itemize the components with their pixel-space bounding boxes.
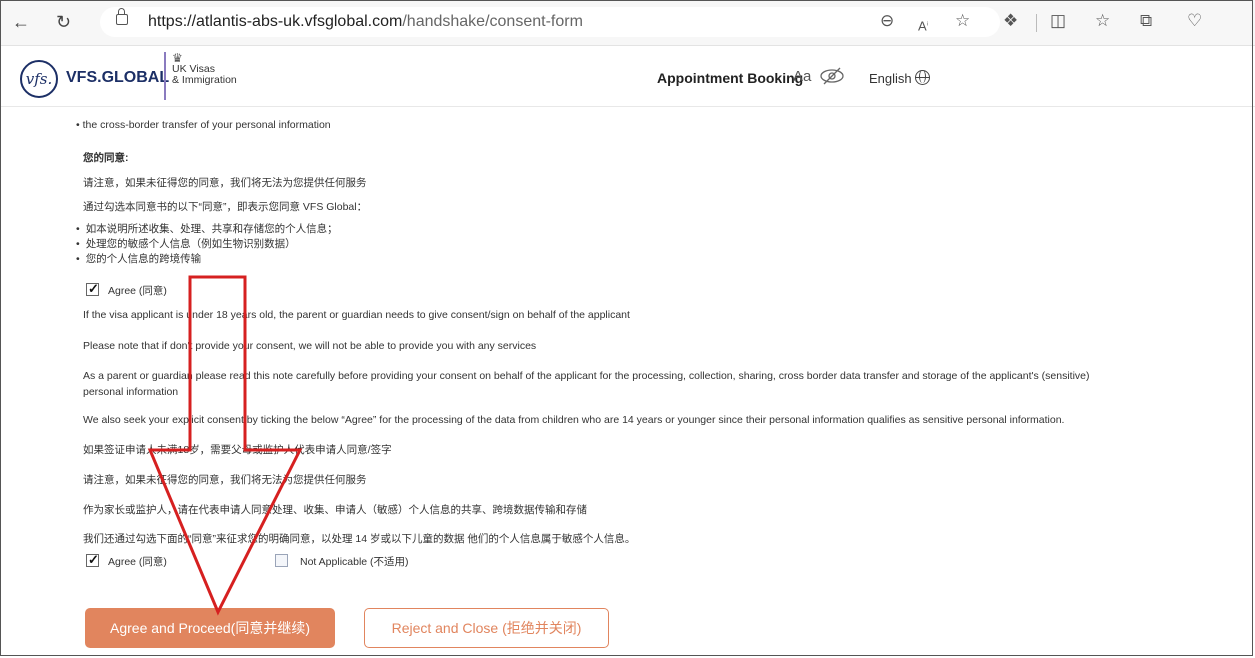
cn-bullet-item: 如本说明所述收集、处理、共享和存储您的个人信息； xyxy=(76,222,338,236)
consent-form: • the cross-border transfer of your pers… xyxy=(0,107,1255,658)
refresh-icon[interactable]: ↻ xyxy=(56,12,71,32)
toolbar-separator xyxy=(1036,14,1037,32)
para-guardian-line1: As a parent or guardian please read this… xyxy=(83,370,1090,382)
split-screen-icon[interactable]: ◫ xyxy=(1050,11,1066,31)
font-size-toggle[interactable]: Aa xyxy=(793,68,811,85)
favorite-star-icon[interactable]: ☆ xyxy=(955,11,970,31)
globe-icon[interactable] xyxy=(914,70,930,85)
agree-checkbox-2[interactable] xyxy=(86,552,99,568)
browser-essentials-icon[interactable]: ♡ xyxy=(1187,11,1202,31)
browser-toolbar: ← ↻ https://atlantis-abs-uk.vfsglobal.co… xyxy=(0,0,1255,46)
cn-consent-intro: 通过勾选本同意书的以下“同意”，即表示您同意 VFS Global： xyxy=(83,201,368,213)
para-minor-consent: If the visa applicant is under 18 years … xyxy=(83,309,630,321)
para-no-consent: Please note that if don't provide your c… xyxy=(83,340,537,352)
agree-and-proceed-button[interactable]: Agree and Proceed(同意并继续) xyxy=(85,608,335,648)
cn-bullet-item: 您的个人信息的跨境传输 xyxy=(76,252,202,266)
not-applicable-label[interactable]: Not Applicable (不适用) xyxy=(300,555,409,569)
uk-visas-logo: ♛ UK Visas & Immigration xyxy=(164,52,237,100)
cn-guardian: 作为家长或监护人，请在代表申请人同意处理、收集、申请人（敏感）个人信息的共享、跨… xyxy=(83,504,587,516)
para-guardian-line2: personal information xyxy=(83,386,179,398)
site-header: vfs. VFS.GLOBAL ♛ UK Visas & Immigration… xyxy=(0,46,1255,107)
vfs-logo[interactable]: vfs. xyxy=(20,60,58,98)
cn-consent-heading: 您的同意: xyxy=(83,152,129,164)
favorites-icon[interactable]: ☆ xyxy=(1095,11,1110,31)
agree-checkbox-1-label[interactable]: Agree (同意) xyxy=(108,284,167,298)
not-applicable-checkbox[interactable] xyxy=(275,554,288,567)
immigration-text: & Immigration xyxy=(172,74,237,86)
reject-and-close-button[interactable]: Reject and Close (拒绝并关闭) xyxy=(364,608,609,648)
agree-checkbox-1[interactable] xyxy=(86,281,99,297)
language-selector[interactable]: English xyxy=(869,70,930,86)
extensions-icon[interactable]: ❖ xyxy=(1003,11,1018,31)
en-bullet-cross-border: • the cross-border transfer of your pers… xyxy=(76,119,331,131)
address-bar[interactable]: https://atlantis-abs-uk.vfsglobal.com/ha… xyxy=(100,7,1000,37)
lock-icon[interactable] xyxy=(116,8,128,25)
brand-name: VFS.GLOBAL xyxy=(66,69,170,86)
read-aloud-icon[interactable]: Aᵢ xyxy=(918,13,928,36)
para-explicit-consent: We also seek your explicit consent by ti… xyxy=(83,414,1065,426)
agree-checkbox-2-label[interactable]: Agree (同意) xyxy=(108,555,167,569)
cn-consent-note: 请注意，如果未征得您的同意，我们将无法为您提供任何服务 xyxy=(83,177,367,189)
contrast-eye-off-icon[interactable] xyxy=(819,67,845,85)
cn-explicit-consent: 我们还通过勾选下面的“同意”来征求您的明确同意，以处理 14 岁或以下儿童的数据… xyxy=(83,533,636,545)
cn-minor-consent: 如果签证申请人未满18岁，需要父母或监护人代表申请人同意/签字 xyxy=(83,444,392,456)
cn-no-consent: 请注意，如果未征得您的同意，我们将无法为您提供任何服务 xyxy=(83,474,367,486)
appointment-booking-title: Appointment Booking xyxy=(657,70,804,86)
cn-bullet-item: 处理您的敏感个人信息（例如生物识别数据） xyxy=(76,237,296,251)
url-text[interactable]: https://atlantis-abs-uk.vfsglobal.com/ha… xyxy=(148,13,583,31)
collections-icon[interactable]: ⧉ xyxy=(1140,11,1152,31)
zoom-out-icon[interactable]: ⊖ xyxy=(880,11,894,31)
language-label[interactable]: English xyxy=(869,71,912,86)
back-icon[interactable]: ← xyxy=(12,12,30,32)
